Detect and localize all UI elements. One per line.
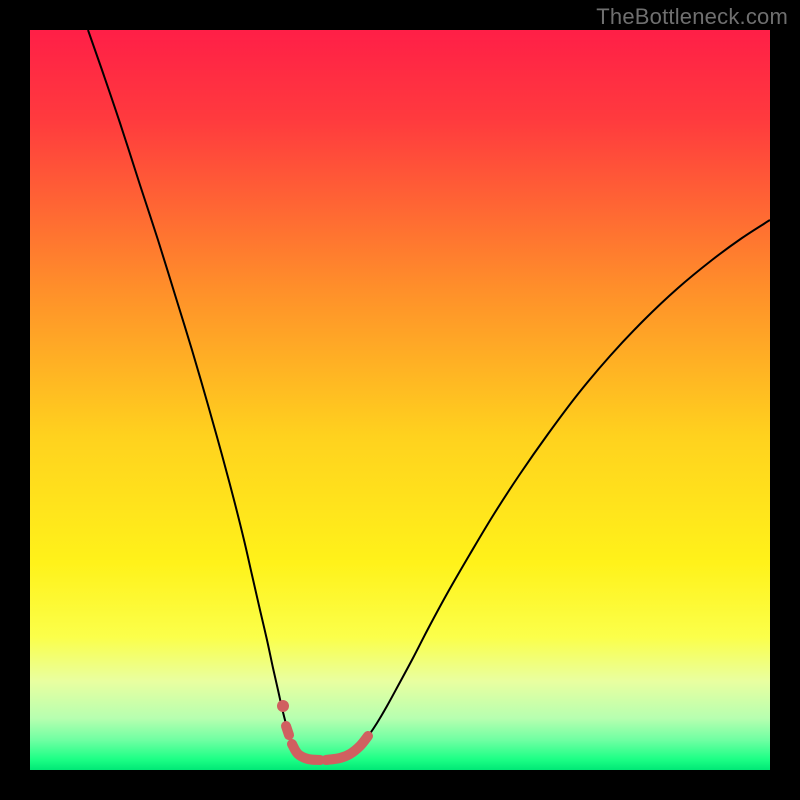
highlight-dot [277,700,289,712]
watermark-label: TheBottleneck.com [596,4,788,30]
canvas-frame: TheBottleneck.com [0,0,800,800]
highlight-segments [286,726,289,735]
chart-plot [30,30,770,770]
chart-background [30,30,770,770]
chart-svg [30,30,770,770]
